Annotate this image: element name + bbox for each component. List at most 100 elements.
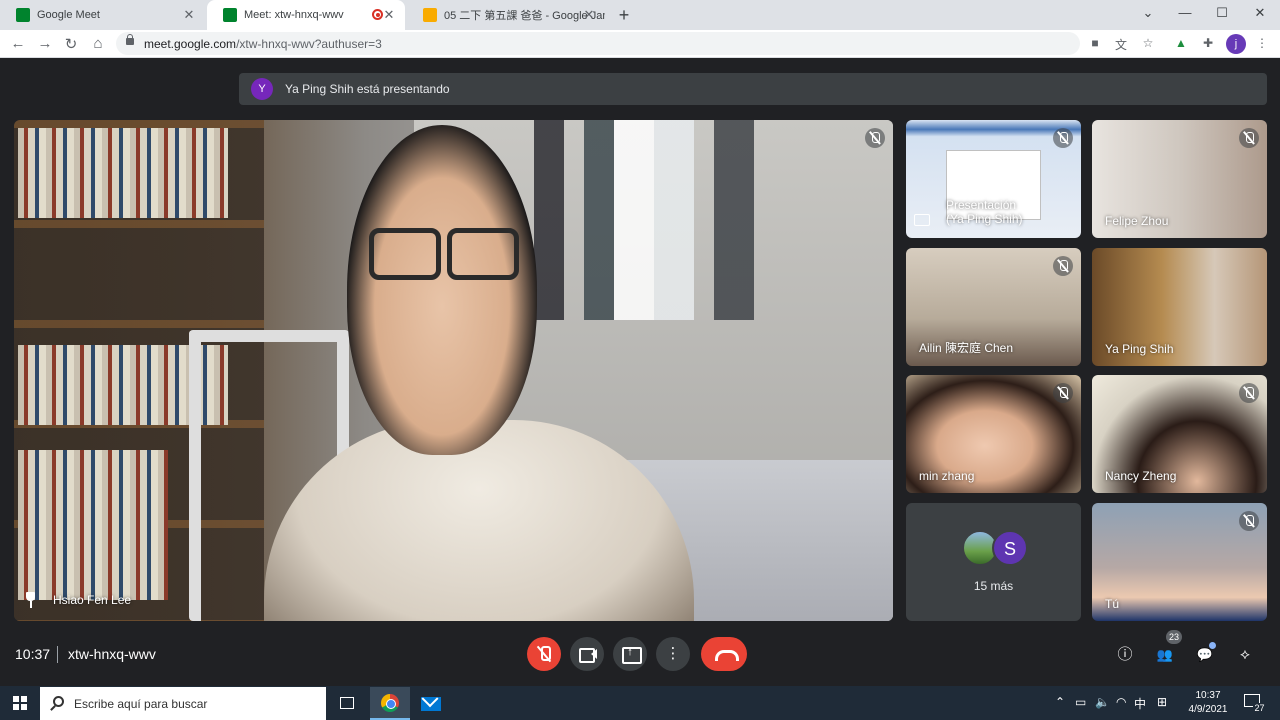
close-tab-icon[interactable]: ✕ [381, 7, 397, 23]
mail-icon [421, 696, 441, 711]
muted-mic-icon [1053, 128, 1073, 148]
search-icon [53, 696, 64, 707]
taskbar-mail[interactable] [411, 687, 451, 720]
video-hanging-clothes [524, 120, 784, 320]
presenter-avatar: Y [251, 78, 273, 100]
close-window-button[interactable]: ✕ [1250, 5, 1270, 21]
video-books [18, 128, 228, 218]
tab-meet-call[interactable]: Meet: xtw-hnxq-wwv ✕ [207, 0, 405, 30]
tile-nancy-zheng[interactable]: Nancy Zheng [1092, 375, 1267, 493]
taskbar-time: 10:37 [1195, 690, 1221, 701]
bookmark-star-icon[interactable]: ☆ [1140, 36, 1156, 50]
taskbar-chrome[interactable] [370, 687, 410, 720]
tile-presentation[interactable]: Presentación (Ya Ping Shih) [906, 120, 1081, 238]
muted-mic-icon [1053, 256, 1073, 276]
divider [57, 646, 58, 663]
google-drive-icon[interactable]: ▲ [1173, 36, 1189, 50]
tile-name: Tú [1105, 597, 1120, 611]
chrome-icon [381, 693, 399, 712]
chat-unread-dot [1209, 642, 1216, 649]
taskbar-search-box[interactable]: Escribe aquí para buscar [40, 687, 326, 720]
ime-mode-icon[interactable]: ⊞ [1157, 695, 1167, 709]
presentation-icon [914, 214, 930, 226]
people-icon[interactable]: 👥 [1152, 642, 1178, 668]
address-bar[interactable]: meet.google.com/xtw-hnxq-wwv?authuser=3 [116, 32, 1080, 55]
tile-more-participants[interactable]: S 15 más [906, 503, 1081, 621]
tile-name: Ailin 陳宏庭 Chen [919, 341, 1014, 355]
reload-icon[interactable]: ↻ [62, 35, 80, 53]
forward-icon[interactable]: → [36, 35, 54, 52]
participant-avatar: S [992, 530, 1028, 566]
task-view-icon[interactable] [340, 697, 354, 709]
video-person-glasses [369, 228, 519, 280]
browser-tab-strip: Google Meet ✕ Meet: xtw-hnxq-wwv ✕ 05 二下… [0, 0, 1280, 30]
translate-icon[interactable]: 文 [1113, 36, 1129, 53]
present-screen-button[interactable] [613, 635, 647, 671]
leave-call-button[interactable] [701, 637, 747, 671]
show-hidden-icons-icon[interactable]: ⌃ [1055, 695, 1065, 709]
tile-name: Presentación (Ya Ping Shih) [946, 198, 1022, 226]
muted-mic-icon [1239, 511, 1259, 531]
meeting-clock: 10:37 [15, 646, 51, 662]
muted-mic-icon [1239, 128, 1259, 148]
battery-icon[interactable]: ▭ [1075, 695, 1086, 709]
presentation-owner: (Ya Ping Shih) [946, 212, 1023, 226]
minimize-window-button[interactable]: — [1175, 5, 1195, 20]
back-icon[interactable]: ← [9, 35, 27, 52]
search-placeholder: Escribe aquí para buscar [74, 697, 208, 711]
microphone-toggle-button[interactable] [527, 637, 561, 671]
jamboard-favicon-icon [423, 8, 437, 22]
lock-icon[interactable] [126, 34, 134, 45]
activities-icon[interactable]: ⟡ [1232, 642, 1258, 668]
tile-felipe-zhou[interactable]: Felipe Zhou [1092, 120, 1267, 238]
taskbar-clock[interactable]: 10:37 4/9/2021 [1180, 689, 1236, 717]
camera-toggle-button[interactable] [570, 637, 604, 671]
windows-start-icon[interactable] [13, 696, 27, 710]
muted-mic-icon [865, 128, 885, 148]
tab-title: Google Meet [37, 9, 100, 21]
wifi-icon[interactable]: ◠ [1116, 695, 1126, 709]
tile-self[interactable]: Tú [1092, 503, 1267, 621]
maximize-window-button[interactable]: ☐ [1212, 5, 1232, 21]
url-path: /xtw-hnxq-wwv?authuser=3 [236, 37, 382, 51]
tile-name: Nancy Zheng [1105, 469, 1177, 483]
video-books [18, 450, 168, 600]
muted-mic-icon [1239, 383, 1259, 403]
tab-search-icon[interactable]: ⌄ [1138, 5, 1158, 21]
tab-google-meet[interactable]: Google Meet ✕ [0, 0, 205, 30]
taskbar-date: 4/9/2021 [1188, 704, 1228, 715]
windows-taskbar: Escribe aquí para buscar ⌃ ▭ 🔈 ◠ 中 ⊞ 10:… [0, 686, 1280, 720]
presentation-label: Presentación [946, 198, 1017, 212]
notification-count: 27 [1253, 703, 1266, 715]
browser-toolbar: ← → ↻ ⌂ meet.google.com/xtw-hnxq-wwv?aut… [0, 30, 1280, 58]
meet-favicon-icon [16, 8, 30, 22]
presenting-banner: Y Ya Ping Shih está presentando [239, 73, 1267, 105]
url-text[interactable]: meet.google.com/xtw-hnxq-wwv?authuser=3 [144, 37, 382, 51]
tile-min-zhang[interactable]: min zhang [906, 375, 1081, 493]
home-icon[interactable]: ⌂ [89, 35, 107, 52]
tile-ailin-chen[interactable]: Ailin 陳宏庭 Chen [906, 248, 1081, 366]
video-person-head [347, 125, 537, 455]
pin-icon[interactable] [24, 592, 38, 608]
main-video-tile[interactable]: Hsiao Fen Lee [14, 120, 893, 621]
new-tab-button[interactable]: + [614, 5, 634, 26]
extensions-icon[interactable]: ✚ [1200, 36, 1216, 50]
tile-ya-ping-shih[interactable]: Ya Ping Shih [1092, 248, 1267, 366]
more-options-button[interactable]: ⋮ [656, 637, 690, 671]
tab-jamboard[interactable]: 05 二下 第五課 爸爸 - Google Jam ✕ [407, 0, 605, 30]
presenting-text: Ya Ping Shih está presentando [285, 82, 450, 96]
meeting-code[interactable]: xtw-hnxq-wwv [68, 646, 156, 662]
meeting-details-icon[interactable]: ⓘ [1112, 642, 1138, 668]
volume-icon[interactable]: 🔈 [1095, 695, 1110, 709]
profile-avatar[interactable]: j [1226, 34, 1246, 54]
close-tab-icon[interactable]: ✕ [581, 7, 597, 23]
more-participants-label: 15 más [973, 579, 1014, 593]
tile-name: min zhang [919, 469, 975, 483]
participant-count-badge: 23 [1166, 630, 1182, 644]
browser-menu-icon[interactable]: ⋮ [1254, 36, 1270, 50]
close-tab-icon[interactable]: ✕ [181, 7, 197, 23]
camera-in-use-icon[interactable]: ■ [1087, 36, 1103, 50]
ime-language-indicator[interactable]: 中 [1134, 695, 1146, 712]
url-host: meet.google.com [144, 37, 237, 51]
meet-favicon-icon [223, 8, 237, 22]
